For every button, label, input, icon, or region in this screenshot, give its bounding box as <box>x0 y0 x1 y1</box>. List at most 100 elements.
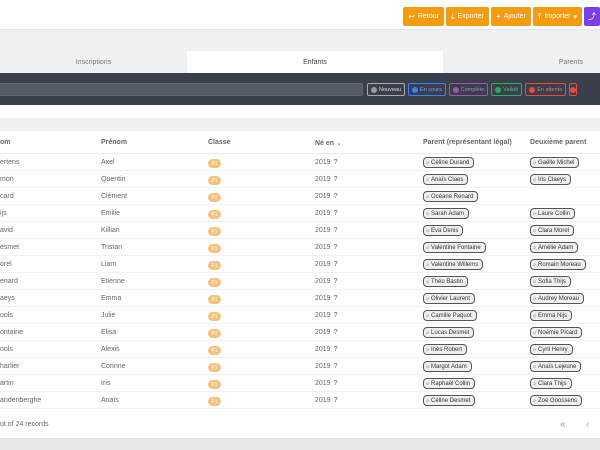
table-row[interactable]: andenberghe Anaïs P1 2019? ⌀ Céline Desmet ⌀ Zo… <box>0 392 600 409</box>
tab-parents[interactable]: Parents <box>443 51 600 73</box>
import-button[interactable]: ⤒ Importer ▾ <box>532 7 582 26</box>
parent-tag[interactable]: ⌀ Camille Paquot <box>423 310 477 321</box>
help-icon[interactable]: ? <box>334 397 338 404</box>
cell-prenom: Alexis <box>101 346 120 353</box>
help-icon[interactable]: ? <box>334 380 338 387</box>
second-parent-tag[interactable]: ⌀ Amélie Adam <box>530 242 579 253</box>
parent-tag[interactable]: ⌀ Théo Bastin <box>423 276 469 287</box>
parent-tag[interactable]: ⌀ Margot Adam <box>423 361 472 372</box>
parent-tag[interactable]: ⌀ Océane Renard <box>423 191 479 202</box>
parent-tag[interactable]: ⌀ Valentine Willems <box>423 259 484 270</box>
table-row[interactable]: mon Quentin P1 2019? ⌀ Anaïs Claes ⌀ Iris Claey… <box>0 171 600 188</box>
col-nom[interactable]: om <box>0 139 11 146</box>
help-icon[interactable]: ? <box>334 295 338 302</box>
back-button[interactable]: ↩ Retour <box>403 7 444 26</box>
cell-ne-en: 2019? <box>315 363 338 370</box>
cell-prenom: Tristan <box>101 244 123 251</box>
help-icon[interactable]: ? <box>334 346 338 353</box>
filter-en-attente[interactable]: En attente <box>525 83 567 96</box>
table-row[interactable]: orel Liam P1 2019? ⌀ Valentine Willems ⌀ Romain… <box>0 256 600 273</box>
table-row[interactable]: artin Iris P1 2019? ⌀ Raphaël Collin ⌀ Clara Th… <box>0 375 600 392</box>
user-icon: ⌀ <box>533 363 537 370</box>
search-input[interactable] <box>0 83 363 96</box>
share-button[interactable]: ⤴ <box>584 7 600 26</box>
user-icon: ⌀ <box>426 346 430 353</box>
second-parent-tag[interactable]: ⌀ Emma Nijs <box>530 310 573 321</box>
second-parent-tag[interactable]: ⌀ Laure Collin <box>530 208 576 219</box>
second-parent-tag[interactable]: ⌀ Audrey Moreau <box>530 293 585 304</box>
cell-ne-en: 2019? <box>315 176 338 183</box>
parent-tag[interactable]: ⌀ Céline Desmet <box>423 395 476 406</box>
help-icon[interactable]: ? <box>334 261 338 268</box>
help-icon[interactable]: ? <box>334 312 338 319</box>
help-icon[interactable]: ? <box>334 363 338 370</box>
help-icon[interactable]: ? <box>334 227 338 234</box>
class-badge: P1 <box>208 227 221 236</box>
col-classe[interactable]: Classe <box>208 139 231 146</box>
table-row[interactable]: ijs Emilie P1 2019? ⌀ Sarah Adam ⌀ Laure Collin <box>0 205 600 222</box>
filter-more[interactable] <box>569 83 578 96</box>
user-icon: ⌀ <box>426 159 430 166</box>
records-info: ut of 24 records <box>0 421 49 428</box>
status-dot-icon <box>495 86 502 93</box>
first-page-icon[interactable]: « <box>560 419 566 430</box>
table-row[interactable]: aeys Emma P1 2019? ⌀ Olivier Laurent ⌀ Audrey M… <box>0 290 600 307</box>
prev-page-icon[interactable]: ‹ <box>586 419 589 430</box>
table-row[interactable]: ertens Axel P1 2019? ⌀ Céline Durand ⌀ Gaëlle M… <box>0 154 600 171</box>
table-row[interactable]: ools Julie P1 2019? ⌀ Camille Paquot ⌀ Emma Nij… <box>0 307 600 324</box>
page-bottom <box>0 438 600 450</box>
table-row[interactable]: harlier Corinne P1 2019? ⌀ Margot Adam ⌀ Anaïs … <box>0 358 600 375</box>
col-deuxieme-parent[interactable]: Deuxième parent <box>530 139 586 146</box>
parent-tag[interactable]: ⌀ Céline Durand <box>423 157 475 168</box>
second-parent-tag[interactable]: ⌀ Iris Claeys <box>530 174 572 185</box>
user-icon: ⌀ <box>426 176 430 183</box>
second-parent-tag[interactable]: ⌀ Clara Morel <box>530 225 575 236</box>
table-row[interactable]: enard Etienne P1 2019? ⌀ Théo Bastin ⌀ Sofia Th… <box>0 273 600 290</box>
table-row[interactable]: avid Killian P1 2019? ⌀ Eva Denis ⌀ Clara Morel <box>0 222 600 239</box>
status-dot-icon <box>371 86 377 93</box>
parent-tag[interactable]: ⌀ Olivier Laurent <box>423 293 476 304</box>
filter-en-cours[interactable]: En cours <box>408 83 446 96</box>
second-parent-tag[interactable]: ⌀ Clara Thijs <box>530 378 572 389</box>
table-row[interactable]: card Clément P1 2019? ⌀ Océane Renard <box>0 188 600 205</box>
tab-enfants[interactable]: Enfants <box>187 51 443 73</box>
parent-tag[interactable]: ⌀ Eva Denis <box>423 225 464 236</box>
second-parent-tag[interactable]: ⌀ Romain Moreau <box>530 259 586 270</box>
second-parent-tag[interactable]: ⌀ Zoé Goossens <box>530 395 583 406</box>
col-parent[interactable]: Parent (représentant légal) <box>423 139 512 146</box>
parent-tag[interactable]: ⌀ Anaïs Claes <box>423 174 469 185</box>
parent-tag[interactable]: ⌀ Valentine Fontaine <box>423 242 486 253</box>
table-row[interactable]: ools Alexis P1 2019? ⌀ Inès Robert ⌀ Cyril Henr… <box>0 341 600 358</box>
col-prenom[interactable]: Prénom <box>101 139 127 146</box>
parent-tag[interactable]: ⌀ Raphaël Collin <box>423 378 476 389</box>
second-parent-tag[interactable]: ⌀ Noémie Picard <box>530 327 583 338</box>
parent-tag[interactable]: ⌀ Inès Robert <box>423 344 468 355</box>
help-icon[interactable]: ? <box>334 176 338 183</box>
help-icon[interactable]: ? <box>334 329 338 336</box>
filter-complete[interactable]: Complète <box>448 83 489 96</box>
col-ne-en[interactable]: Né en ⌄ <box>315 139 342 147</box>
second-parent-tag[interactable]: ⌀ Sofia Thijs <box>530 276 571 287</box>
tab-inscriptions[interactable]: Inscriptions <box>0 51 187 73</box>
table-row[interactable]: ontaine Elisa P1 2019? ⌀ Lucas Desmet ⌀ Noémie … <box>0 324 600 341</box>
filter-valide[interactable]: Validé <box>491 83 523 96</box>
second-parent-tag[interactable]: ⌀ Cyril Henry <box>530 344 573 355</box>
filter-nouveau[interactable]: Nouveau <box>367 83 406 96</box>
add-button[interactable]: + Ajouter <box>491 7 531 26</box>
cell-prenom: Liam <box>101 261 117 268</box>
parent-tag[interactable]: ⌀ Lucas Desmet <box>423 327 475 338</box>
parent-tag[interactable]: ⌀ Sarah Adam <box>423 208 470 219</box>
cell-nom: aeys <box>0 295 15 302</box>
help-icon[interactable]: ? <box>334 278 338 285</box>
help-icon[interactable]: ? <box>334 244 338 251</box>
help-icon[interactable]: ? <box>334 210 338 217</box>
help-icon[interactable]: ? <box>334 159 338 166</box>
help-icon[interactable]: ? <box>334 193 338 200</box>
user-icon: ⌀ <box>533 397 537 404</box>
cell-prenom: Iris <box>101 380 111 387</box>
second-parent-tag[interactable]: ⌀ Gaëlle Michel <box>530 157 580 168</box>
cell-prenom: Elisa <box>101 329 117 336</box>
second-parent-tag[interactable]: ⌀ Anaïs Lejeune <box>530 361 582 372</box>
export-button[interactable]: ⤓ Exporter <box>446 7 490 26</box>
table-row[interactable]: esmet Tristan P1 2019? ⌀ Valentine Fontaine ⌀ A… <box>0 239 600 256</box>
